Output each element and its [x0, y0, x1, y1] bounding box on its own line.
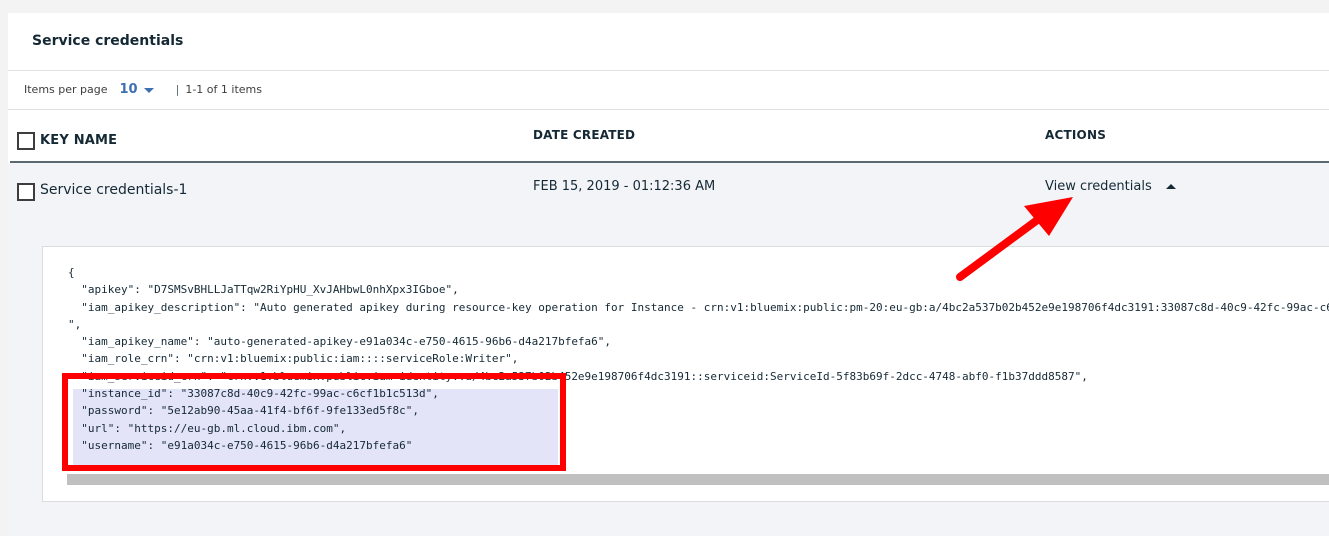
column-header-actions: ACTIONS	[1045, 128, 1107, 142]
chevron-up-icon[interactable]	[1165, 184, 1176, 189]
select-all-checkbox[interactable]	[17, 132, 35, 150]
view-credentials-toggle[interactable]: View credentials	[1045, 179, 1176, 194]
row-checkbox[interactable]	[17, 183, 35, 201]
horizontal-scrollbar[interactable]	[67, 474, 1329, 485]
chevron-down-icon[interactable]	[143, 87, 154, 93]
items-per-page-select[interactable]: 10	[120, 82, 138, 97]
highlight-box-annotation	[62, 373, 566, 471]
date-created-cell: FEB 15, 2019 - 01:12:36 AM	[533, 179, 716, 194]
column-header-key-name[interactable]: KEY NAME	[40, 133, 117, 148]
pagination-bar: Items per page 10 | 1-1 of 1 items	[24, 79, 262, 99]
divider	[8, 109, 1329, 110]
column-header-date-created[interactable]: DATE CREATED	[533, 128, 635, 142]
view-credentials-link[interactable]: View credentials	[1045, 179, 1152, 194]
section-title: Service credentials	[32, 33, 184, 49]
items-per-page-label: Items per page	[24, 82, 108, 96]
pagination-separator: |	[175, 82, 180, 96]
divider	[8, 70, 1329, 71]
key-name-cell: Service credentials-1	[40, 182, 188, 198]
items-range-text: 1-1 of 1 items	[185, 82, 262, 96]
